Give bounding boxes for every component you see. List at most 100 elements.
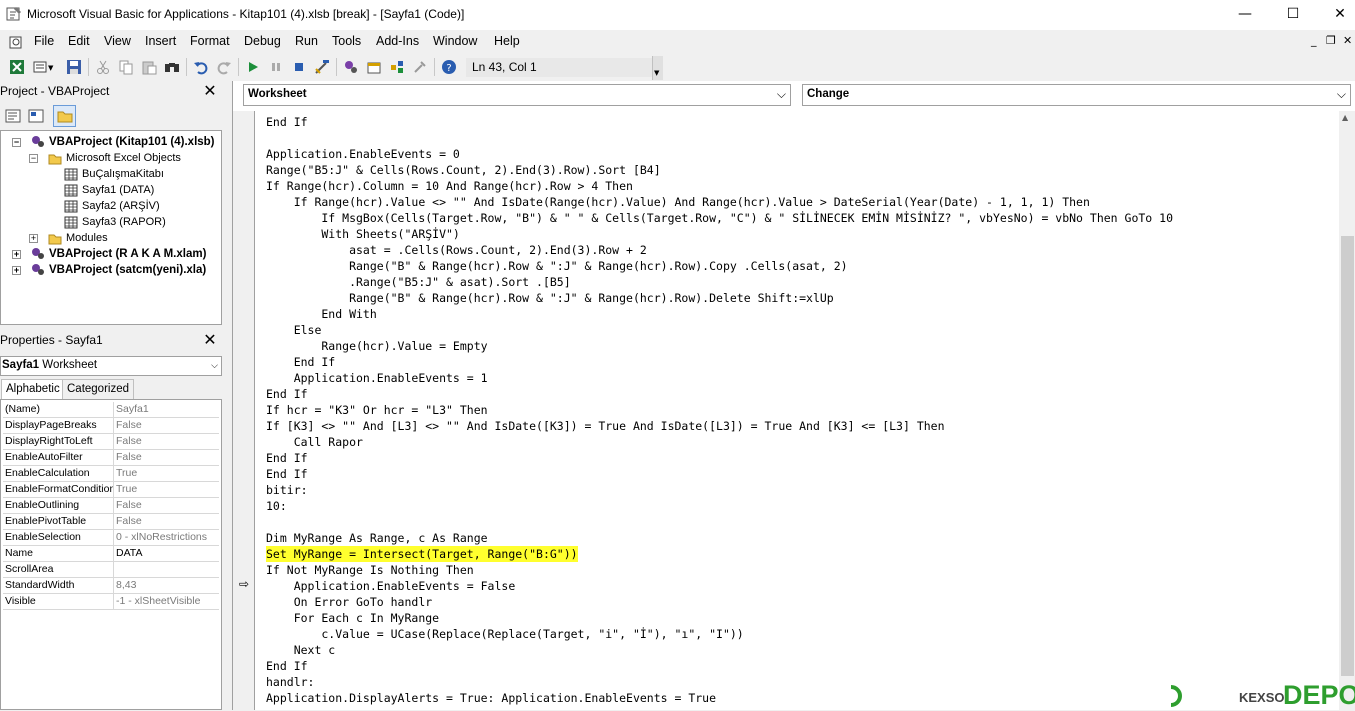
find-icon[interactable] (164, 59, 180, 75)
undo-icon[interactable] (193, 59, 209, 75)
code-line[interactable]: For Each c In MyRange (266, 610, 439, 626)
code-line[interactable]: With Sheets("ARŞİV") (266, 226, 460, 242)
cut-icon[interactable] (95, 59, 111, 75)
redo-icon[interactable] (216, 59, 232, 75)
property-row[interactable]: Name DATA (3, 546, 219, 562)
tree-node[interactable]: − Microsoft Excel Objects (29, 150, 181, 166)
code-line[interactable]: If Range(hcr).Column = 10 And Range(hcr)… (266, 178, 633, 194)
code-line[interactable]: Next c (266, 642, 336, 658)
property-value[interactable]: True (116, 482, 219, 497)
collapse-icon[interactable]: − (29, 154, 38, 163)
code-line[interactable]: 10: (266, 498, 287, 514)
insert-module-icon[interactable] (33, 59, 49, 75)
property-value[interactable]: False (116, 418, 219, 433)
menu-insert[interactable]: Insert (145, 34, 176, 48)
view-object-icon[interactable] (28, 109, 44, 123)
property-value[interactable]: -1 - xlSheetVisible (116, 594, 219, 609)
save-icon[interactable] (66, 59, 82, 75)
property-value[interactable]: False (116, 514, 219, 529)
margin-indicator-bar[interactable]: ⇨ (233, 111, 255, 710)
code-line[interactable]: Application.EnableEvents = 0 (266, 146, 460, 162)
excel-icon[interactable] (9, 59, 25, 75)
code-line[interactable]: End If (266, 466, 308, 482)
property-value[interactable] (116, 562, 219, 577)
break-icon[interactable] (268, 59, 284, 75)
tree-node[interactable]: + VBAProject (R A K A M.xlam) (12, 246, 206, 262)
menu-run[interactable]: Run (295, 34, 318, 48)
code-line[interactable]: End If (266, 386, 308, 402)
code-line[interactable]: If MsgBox(Cells(Target.Row, "B") & " " &… (266, 210, 1173, 226)
menu-help[interactable]: Help (494, 34, 520, 48)
tree-node[interactable]: BuÇalışmaKitabı (64, 166, 164, 182)
code-line[interactable]: asat = .Cells(Rows.Count, 2).End(3).Row … (266, 242, 647, 258)
scrollbar-thumb[interactable] (1341, 236, 1354, 676)
properties-icon[interactable] (366, 59, 382, 75)
help-icon[interactable]: ? (441, 59, 457, 75)
minimize-button[interactable]: — (1222, 0, 1268, 30)
expand-icon[interactable]: + (12, 266, 21, 275)
view-code-icon[interactable] (5, 109, 21, 123)
code-line[interactable]: End With (266, 306, 376, 322)
design-mode-icon[interactable] (314, 59, 330, 75)
tree-node[interactable]: Sayfa2 (ARŞİV) (64, 198, 160, 214)
toggle-folders-button[interactable] (53, 105, 76, 127)
property-row[interactable]: DisplayPageBreaks False (3, 418, 219, 434)
mdi-restore-button[interactable]: ❐ (1326, 34, 1336, 47)
close-button[interactable]: ✕ (1317, 0, 1355, 30)
property-row[interactable]: EnableCalculation True (3, 466, 219, 482)
menu-tools[interactable]: Tools (332, 34, 361, 48)
property-value[interactable]: False (116, 434, 219, 449)
copy-icon[interactable] (118, 59, 134, 75)
code-line[interactable]: End If (266, 658, 308, 674)
property-value[interactable]: True (116, 466, 219, 481)
property-value[interactable]: 0 - xlNoRestrictions (116, 530, 219, 545)
code-line[interactable]: Application.EnableEvents = False (266, 578, 516, 594)
tab-categorized[interactable]: Categorized (62, 379, 135, 399)
code-line[interactable]: On Error GoTo handlr (266, 594, 432, 610)
code-line[interactable]: Dim MyRange As Range, c As Range (266, 530, 488, 546)
property-value[interactable]: Sayfa1 (116, 402, 219, 417)
property-row[interactable]: Visible -1 - xlSheetVisible (3, 594, 219, 610)
menu-edit[interactable]: Edit (68, 34, 90, 48)
vba-doc-icon[interactable] (8, 34, 24, 50)
scroll-up-icon[interactable]: ▲ (1342, 113, 1348, 122)
properties-object-combo[interactable]: Sayfa1 Worksheet ⌵ (0, 356, 222, 376)
code-line[interactable]: .Range("B5:J" & asat).Sort .[B5] (266, 274, 571, 290)
code-line[interactable]: If Range(hcr).Value <> "" And IsDate(Ran… (266, 194, 1090, 210)
current-statement-line[interactable]: Set MyRange = Intersect(Target, Range("B… (266, 546, 578, 562)
menu-file[interactable]: File (34, 34, 54, 48)
code-line[interactable]: Range("B" & Range(hcr).Row & ":J" & Rang… (266, 290, 834, 306)
tree-node[interactable]: + Modules (29, 230, 108, 246)
code-line[interactable]: If [K3] <> "" And [L3] <> "" And IsDate(… (266, 418, 945, 434)
toolbox-icon[interactable] (412, 59, 428, 75)
property-row[interactable]: DisplayRightToLeft False (3, 434, 219, 450)
menu-add-ins[interactable]: Add-Ins (376, 34, 419, 48)
code-line[interactable]: handlr: (266, 674, 314, 690)
code-line[interactable]: Range("B5:J" & Cells(Rows.Count, 2).End(… (266, 162, 661, 178)
menu-format[interactable]: Format (190, 34, 230, 48)
code-line[interactable]: Range("B" & Range(hcr).Row & ":J" & Rang… (266, 258, 848, 274)
property-row[interactable]: EnableSelection 0 - xlNoRestrictions (3, 530, 219, 546)
insert-dropdown-icon[interactable]: ▼ (48, 64, 53, 72)
menu-window[interactable]: Window (433, 34, 477, 48)
mdi-minimize-button[interactable]: _ (1311, 34, 1317, 47)
code-line[interactable]: Else (266, 322, 322, 338)
menu-debug[interactable]: Debug (244, 34, 281, 48)
property-row[interactable]: StandardWidth 8,43 (3, 578, 219, 594)
code-line[interactable]: End If (266, 354, 336, 370)
property-row[interactable]: EnableAutoFilter False (3, 450, 219, 466)
property-row[interactable]: EnablePivotTable False (3, 514, 219, 530)
property-value[interactable]: DATA (116, 546, 219, 561)
property-row[interactable]: (Name) Sayfa1 (3, 402, 219, 418)
code-editor[interactable]: End If Application.EnableEvents = 0 Range(… (256, 111, 1339, 710)
code-line[interactable]: If hcr = "K3" Or hcr = "L3" Then (266, 402, 488, 418)
expand-icon[interactable]: + (29, 234, 38, 243)
code-line[interactable]: c.Value = UCase(Replace(Replace(Target, … (266, 626, 743, 642)
code-line[interactable]: Call Rapor (266, 434, 363, 450)
procedure-combo[interactable]: Change ⌵ (802, 84, 1351, 106)
run-icon[interactable] (245, 59, 261, 75)
project-pane-close-button[interactable]: ✕ (201, 82, 219, 100)
property-row[interactable]: EnableOutlining False (3, 498, 219, 514)
tree-node[interactable]: − VBAProject (Kitap101 (4).xlsb) (12, 134, 215, 150)
tree-node[interactable]: Sayfa3 (RAPOR) (64, 214, 166, 230)
